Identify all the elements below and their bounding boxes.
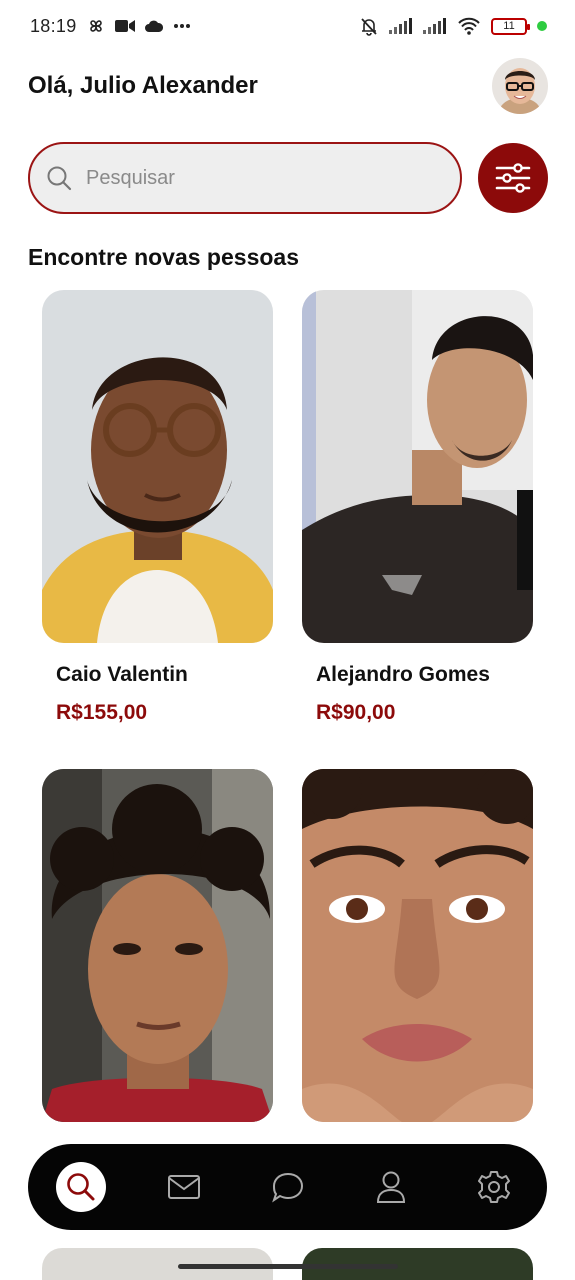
wifi-icon [458,17,480,35]
mail-icon [168,1175,201,1199]
status-time: 18:19 [30,15,77,36]
status-left: 18:19 [30,16,191,37]
battery-level: 11 [503,20,515,32]
nav-mail[interactable] [159,1162,209,1212]
nav-settings[interactable] [469,1162,519,1212]
cloud-icon [144,20,163,32]
nav-chat[interactable] [263,1162,313,1212]
person-photo [42,290,273,643]
person-photo [42,769,273,1122]
greeting: Olá, Julio Alexander [28,72,258,99]
video-icon [114,20,135,32]
person-price: R$90,00 [316,701,396,724]
more-icon [173,24,190,28]
search-row: Pesquisar [28,142,548,214]
person-price: R$155,00 [56,701,148,724]
profile-icon [376,1171,405,1203]
privacy-dot [537,21,547,31]
signal-icon [423,18,446,34]
chat-icon [271,1172,303,1203]
person-photo [302,290,533,643]
person-card[interactable] [302,769,533,1122]
search-icon [67,1173,95,1201]
nav-search[interactable] [56,1162,106,1212]
person-photo [302,769,533,1122]
search-icon [47,166,72,191]
avatar[interactable] [492,58,548,114]
pinwheel-icon [89,20,102,32]
status-bar: 18:19 11 [0,0,575,52]
settings-icon [478,1171,510,1203]
section-title: Encontre novas pessoas [28,244,299,270]
filter-button[interactable] [478,143,548,213]
search-placeholder: Pesquisar [86,166,175,189]
person-name: Alejandro Gomes [316,663,490,686]
bell-off-icon [361,18,377,36]
person-card[interactable] [42,769,273,1122]
nav-profile[interactable] [366,1162,416,1212]
battery-indicator: 11 [491,17,530,35]
header: Olá, Julio Alexander [28,56,548,116]
user-avatar-icon [492,58,548,114]
sliders-icon [495,163,531,193]
person-card[interactable]: Alejandro Gomes R$90,00 [302,290,533,725]
search-input[interactable]: Pesquisar [28,142,462,214]
signal-icon [389,18,412,34]
bottom-nav [28,1144,547,1230]
status-right: 11 [359,16,547,36]
home-indicator[interactable] [178,1264,398,1269]
person-name: Caio Valentin [56,663,188,686]
person-card[interactable]: Caio Valentin R$155,00 [42,290,273,725]
